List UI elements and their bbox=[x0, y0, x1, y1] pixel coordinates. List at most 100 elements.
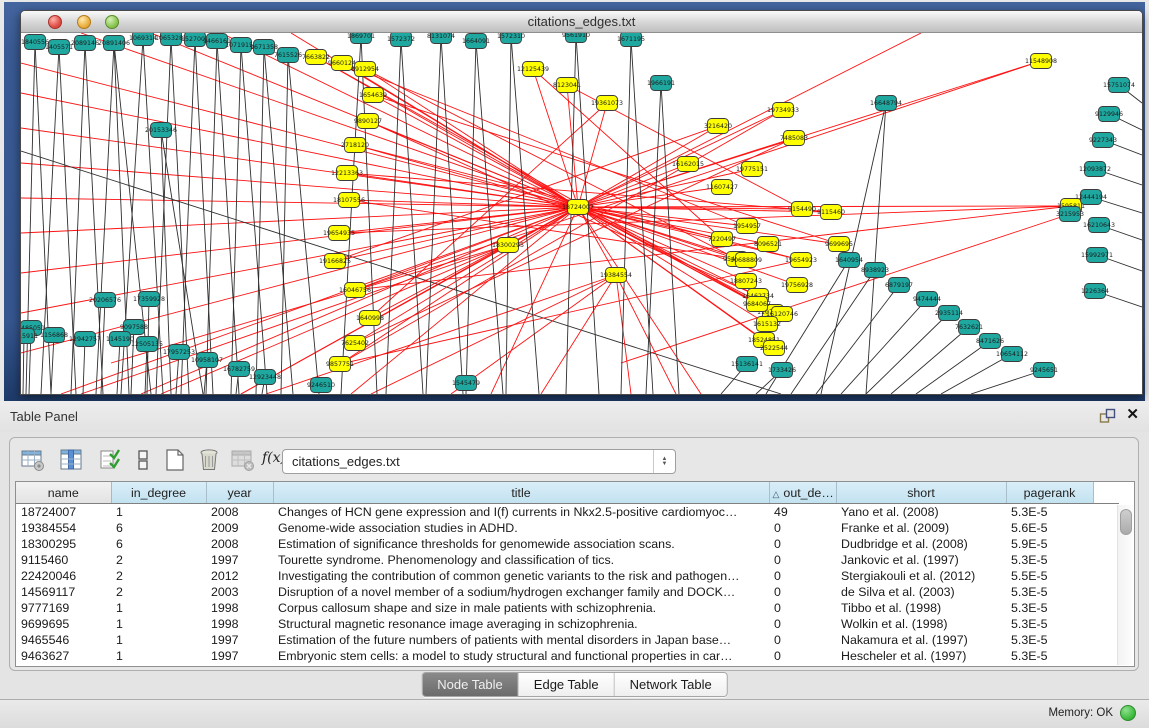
column-header-year[interactable]: year bbox=[206, 482, 273, 504]
close-panel-icon[interactable]: ✕ bbox=[1126, 406, 1139, 424]
table-cell[interactable]: 2008 bbox=[206, 536, 273, 552]
table-cell[interactable]: Hescheler et al. (1997) bbox=[836, 648, 1006, 664]
citation-network-graph[interactable]: 1872400718300295193845547663822966012489… bbox=[21, 33, 1142, 394]
red-edge[interactable] bbox=[578, 164, 688, 207]
scrollbar-thumb[interactable] bbox=[1120, 509, 1132, 535]
table-row[interactable]: 911546021997Tourette syndrome. Phenomeno… bbox=[16, 552, 1119, 568]
window-titlebar[interactable]: citations_edges.txt bbox=[21, 11, 1142, 33]
table-cell[interactable]: 1997 bbox=[206, 648, 273, 664]
delete-column-icon[interactable] bbox=[196, 447, 222, 473]
table-cell[interactable]: 9699695 bbox=[16, 616, 111, 632]
table-cell[interactable]: 5.3E-5 bbox=[1006, 616, 1093, 632]
table-cell[interactable]: 1 bbox=[111, 616, 206, 632]
table-cell[interactable]: 0 bbox=[769, 568, 836, 584]
column-header-name[interactable]: name bbox=[16, 482, 111, 504]
table-cell[interactable]: 1 bbox=[111, 632, 206, 648]
table-cell[interactable]: 1998 bbox=[206, 616, 273, 632]
show-columns-icon[interactable] bbox=[58, 447, 84, 473]
black-edge[interactable] bbox=[23, 336, 24, 394]
table-cell[interactable]: 22420046 bbox=[16, 568, 111, 584]
table-cell[interactable]: 5.3E-5 bbox=[1006, 648, 1093, 664]
table-cell[interactable]: 5.3E-5 bbox=[1006, 552, 1093, 568]
tab-edge-table[interactable]: Edge Table bbox=[519, 673, 615, 696]
column-header-in_degree[interactable]: in_degree bbox=[111, 482, 206, 504]
table-cell[interactable]: 0 bbox=[769, 520, 836, 536]
red-edge[interactable] bbox=[266, 275, 616, 394]
table-cell[interactable]: Embryonic stem cells: a model to study s… bbox=[273, 648, 769, 664]
table-cell[interactable]: 9465546 bbox=[16, 632, 111, 648]
table-cell[interactable]: Estimation of the future numbers of pati… bbox=[273, 632, 769, 648]
table-cell[interactable]: Disruption of a novel member of a sodium… bbox=[273, 584, 769, 600]
table-scrollbar[interactable] bbox=[1117, 505, 1133, 665]
table-cell[interactable]: Tibbo et al. (1998) bbox=[836, 600, 1006, 616]
red-edge[interactable] bbox=[578, 207, 701, 394]
table-cell[interactable]: 19384554 bbox=[16, 520, 111, 536]
table-cell[interactable]: 6 bbox=[111, 520, 206, 536]
select-rows-icon[interactable] bbox=[98, 447, 124, 473]
table-cell[interactable]: 0 bbox=[769, 600, 836, 616]
table-cell[interactable]: 0 bbox=[769, 632, 836, 648]
table-row[interactable]: 946554611997Estimation of the future num… bbox=[16, 632, 1119, 648]
table-cell[interactable]: 2012 bbox=[206, 568, 273, 584]
table-cell[interactable]: Stergiakouli et al. (2012) bbox=[836, 568, 1006, 584]
table-cell[interactable]: 5.3E-5 bbox=[1006, 600, 1093, 616]
red-edge[interactable] bbox=[335, 207, 578, 261]
table-row[interactable]: 1456911722003Disruption of a novel membe… bbox=[16, 584, 1119, 600]
red-edge[interactable] bbox=[81, 245, 508, 394]
memory-ok-icon[interactable] bbox=[1120, 705, 1136, 721]
table-cell[interactable]: 2 bbox=[111, 552, 206, 568]
black-edge[interactable] bbox=[51, 335, 54, 394]
table-cell[interactable]: 0 bbox=[769, 648, 836, 664]
table-cell[interactable]: 18724007 bbox=[16, 504, 111, 521]
black-edge[interactable] bbox=[866, 313, 949, 394]
black-edge[interactable] bbox=[206, 41, 217, 394]
table-cell[interactable]: 5.3E-5 bbox=[1006, 584, 1093, 600]
black-edge[interactable] bbox=[426, 36, 441, 394]
table-cell[interactable]: 2008 bbox=[206, 504, 273, 521]
table-cell[interactable]: Yano et al. (2008) bbox=[836, 504, 1006, 521]
table-cell[interactable]: Franke et al. (2009) bbox=[836, 520, 1006, 536]
table-cell[interactable]: 0 bbox=[769, 552, 836, 568]
table-cell[interactable]: 2003 bbox=[206, 584, 273, 600]
table-cell[interactable]: 1997 bbox=[206, 552, 273, 568]
float-panel-icon[interactable] bbox=[1099, 408, 1117, 425]
black-edge[interactable] bbox=[195, 39, 213, 394]
table-cell[interactable]: 1998 bbox=[206, 600, 273, 616]
table-cell[interactable]: 5.6E-5 bbox=[1006, 520, 1093, 536]
table-cell[interactable]: 0 bbox=[769, 616, 836, 632]
table-cell[interactable]: Estimation of significance thresholds fo… bbox=[273, 536, 769, 552]
column-header-pagerank[interactable]: pagerank bbox=[1006, 482, 1093, 504]
import-table-icon[interactable] bbox=[230, 447, 256, 473]
tab-node-table[interactable]: Node Table bbox=[422, 673, 519, 696]
table-cell[interactable]: Genome-wide association studies in ADHD. bbox=[273, 520, 769, 536]
tab-network-table[interactable]: Network Table bbox=[615, 673, 727, 696]
table-cell[interactable]: Tourette syndrome. Phenomenology and cla… bbox=[273, 552, 769, 568]
column-header-short[interactable]: short bbox=[836, 482, 1006, 504]
red-edge[interactable] bbox=[342, 63, 578, 207]
row-stack-icon[interactable] bbox=[130, 447, 156, 473]
table-cell[interactable]: 9463627 bbox=[16, 648, 111, 664]
table-row[interactable]: 2242004622012Investigating the contribut… bbox=[16, 568, 1119, 584]
network-canvas[interactable]: 1872400718300295193845547663822966012489… bbox=[21, 33, 1142, 394]
red-edge[interactable] bbox=[339, 206, 1071, 233]
table-row[interactable]: 1872400712008Changes of HCN gene express… bbox=[16, 504, 1119, 521]
table-cell[interactable]: 9777169 bbox=[16, 600, 111, 616]
table-cell[interactable]: 49 bbox=[769, 504, 836, 521]
black-edge[interactable] bbox=[916, 341, 990, 394]
network-view-window[interactable]: citations_edges.txt 18724007183002951938… bbox=[20, 10, 1143, 395]
column-header-out_degree[interactable]: △out_de… bbox=[769, 482, 836, 504]
table-cell[interactable]: 9115460 bbox=[16, 552, 111, 568]
red-edge[interactable] bbox=[451, 275, 616, 394]
table-cell[interactable]: 5.5E-5 bbox=[1006, 568, 1093, 584]
table-row[interactable]: 1938455462009Genome-wide association stu… bbox=[16, 520, 1119, 536]
black-edge[interactable] bbox=[288, 55, 319, 394]
table-row[interactable]: 969969511998Structural magnetic resonanc… bbox=[16, 616, 1119, 632]
table-cell[interactable]: Investigating the contribution of common… bbox=[273, 568, 769, 584]
table-cell[interactable]: 0 bbox=[769, 584, 836, 600]
table-cell[interactable]: de Silva et al. (2003) bbox=[836, 584, 1006, 600]
red-edge[interactable] bbox=[351, 207, 578, 394]
black-edge[interactable] bbox=[941, 354, 1012, 394]
table-cell[interactable]: Dudbridge et al. (2008) bbox=[836, 536, 1006, 552]
table-cell[interactable]: 5.3E-5 bbox=[1006, 504, 1093, 521]
black-edge[interactable] bbox=[117, 339, 120, 394]
